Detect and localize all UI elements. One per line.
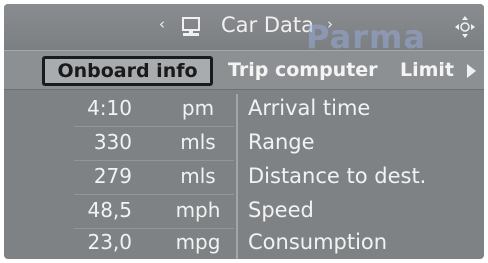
row-label: Range: [248, 130, 315, 154]
row-value: 330: [93, 130, 132, 154]
data-row-arrival-time[interactable]: 4:10 pm Arrival time: [4, 92, 484, 126]
row-label: Arrival time: [248, 96, 371, 120]
more-tabs-arrow-icon[interactable]: [467, 64, 476, 78]
data-list: 4:10 pm Arrival time 330 mls Range 279 m…: [4, 90, 484, 259]
row-label: Speed: [248, 198, 314, 222]
row-label: Distance to dest.: [248, 164, 427, 188]
row-label: Consumption: [248, 230, 388, 254]
tab-trip-computer[interactable]: Trip computer: [228, 56, 378, 86]
row-unit: pm: [181, 96, 215, 120]
row-unit: mpg: [175, 230, 221, 254]
tab-onboard-info[interactable]: Onboard info: [42, 56, 213, 86]
row-unit: mph: [175, 198, 221, 222]
data-row-range[interactable]: 330 mls Range: [4, 126, 484, 160]
row-value: 4:10: [87, 96, 132, 120]
row-value: 48,5: [87, 198, 132, 222]
page-title: Car Data: [221, 13, 314, 37]
monitor-icon: [182, 17, 200, 36]
row-unit: mls: [180, 130, 216, 154]
row-value: 279: [93, 164, 132, 188]
tab-bar: Onboard info Trip computer Limit: [4, 50, 484, 90]
car-data-screen: ‹ Car Data › Parma Onboard info Trip com…: [4, 4, 484, 259]
row-unit: mls: [180, 164, 216, 188]
header-bar: ‹ Car Data › Parma: [4, 4, 484, 56]
previous-menu-arrow[interactable]: ‹: [159, 15, 165, 33]
data-row-distance-to-dest[interactable]: 279 mls Distance to dest.: [4, 160, 484, 194]
row-value: 23,0: [87, 230, 132, 254]
data-row-speed[interactable]: 48,5 mph Speed: [4, 194, 484, 228]
joystick-icon: [455, 16, 475, 38]
tab-limit[interactable]: Limit: [400, 56, 454, 86]
data-row-consumption[interactable]: 23,0 mpg Consumption: [4, 226, 484, 259]
